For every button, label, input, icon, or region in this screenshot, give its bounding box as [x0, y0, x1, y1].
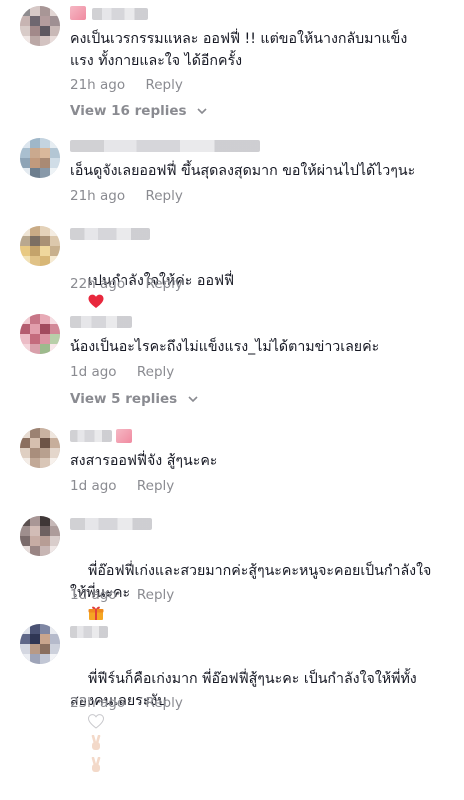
comment-time: 21h ago — [70, 188, 126, 204]
comment-meta: 21h ago Reply — [70, 77, 183, 93]
comment-time: 23h ago — [70, 695, 126, 711]
username-badge — [116, 429, 132, 443]
comment-text: สงสารออฟฟี่จัง สู้ๆนะคะ — [70, 453, 218, 469]
comment-time: 1d ago — [70, 478, 117, 494]
chevron-down-icon — [188, 395, 198, 402]
username-blurred[interactable] — [70, 626, 108, 638]
username-blurred[interactable] — [70, 316, 132, 328]
reply-button[interactable]: Reply — [137, 587, 174, 603]
comment-time: 1d ago — [70, 364, 117, 380]
avatar[interactable] — [20, 624, 60, 664]
username-blurred[interactable] — [70, 518, 152, 530]
comment-time: 22h ago — [70, 276, 126, 292]
reply-button[interactable]: Reply — [137, 478, 174, 494]
username-blurred[interactable] — [70, 140, 260, 152]
avatar[interactable] — [20, 516, 60, 556]
avatar[interactable] — [20, 138, 60, 178]
view-replies-label: View 16 replies — [70, 103, 187, 119]
avatar[interactable] — [20, 6, 60, 46]
comment-text: คงเป็นเวรกรรมแหละ ออฟฟี่ !! แต่ขอให้นางก… — [70, 31, 408, 69]
reply-button[interactable]: Reply — [137, 364, 174, 380]
avatar[interactable] — [20, 428, 60, 468]
comment-text: พี่ฟีร์นก็คือเก่งมาก พี่อ๊อฟฟี่สู้ๆนะคะ … — [70, 646, 440, 800]
white-heart-icon — [88, 714, 105, 729]
comment-time: 1d ago — [70, 587, 117, 603]
victory-hand-icon — [91, 735, 101, 750]
chevron-down-icon — [197, 107, 207, 114]
victory-hand-icon — [91, 757, 101, 772]
comment-meta: 23h ago Reply — [70, 695, 183, 711]
comment-meta: 1d ago Reply — [70, 364, 174, 380]
view-replies-button[interactable]: View 5 replies — [70, 391, 198, 407]
comment-meta: 1d ago Reply — [70, 587, 174, 603]
comment-meta: 1d ago Reply — [70, 478, 174, 494]
avatar[interactable] — [20, 314, 60, 354]
comment-text: เอ็นดูจังเลยออฟฟี่ ขึ้นสุดลงสุดมาก ขอให้… — [70, 163, 416, 179]
reply-button[interactable]: Reply — [145, 188, 182, 204]
username-blurred[interactable] — [92, 8, 148, 20]
comment-text: น้องเป็นอะไรคะถึงไม่แข็งแรง_ไม่ได้ตามข่า… — [70, 339, 380, 355]
view-replies-button[interactable]: View 16 replies — [70, 103, 207, 119]
comment-meta: 22h ago Reply — [70, 276, 183, 292]
avatar[interactable] — [20, 226, 60, 266]
red-heart-icon — [88, 294, 104, 308]
reply-button[interactable]: Reply — [145, 77, 182, 93]
view-replies-label: View 5 replies — [70, 391, 178, 407]
comment-time: 21h ago — [70, 77, 126, 93]
username-blurred[interactable] — [70, 430, 112, 442]
username-blurred[interactable] — [70, 228, 150, 240]
comment-meta: 21h ago Reply — [70, 188, 183, 204]
username-badge — [70, 6, 86, 20]
reply-button[interactable]: Reply — [145, 276, 182, 292]
reply-button[interactable]: Reply — [145, 695, 182, 711]
gift-icon — [88, 606, 104, 620]
